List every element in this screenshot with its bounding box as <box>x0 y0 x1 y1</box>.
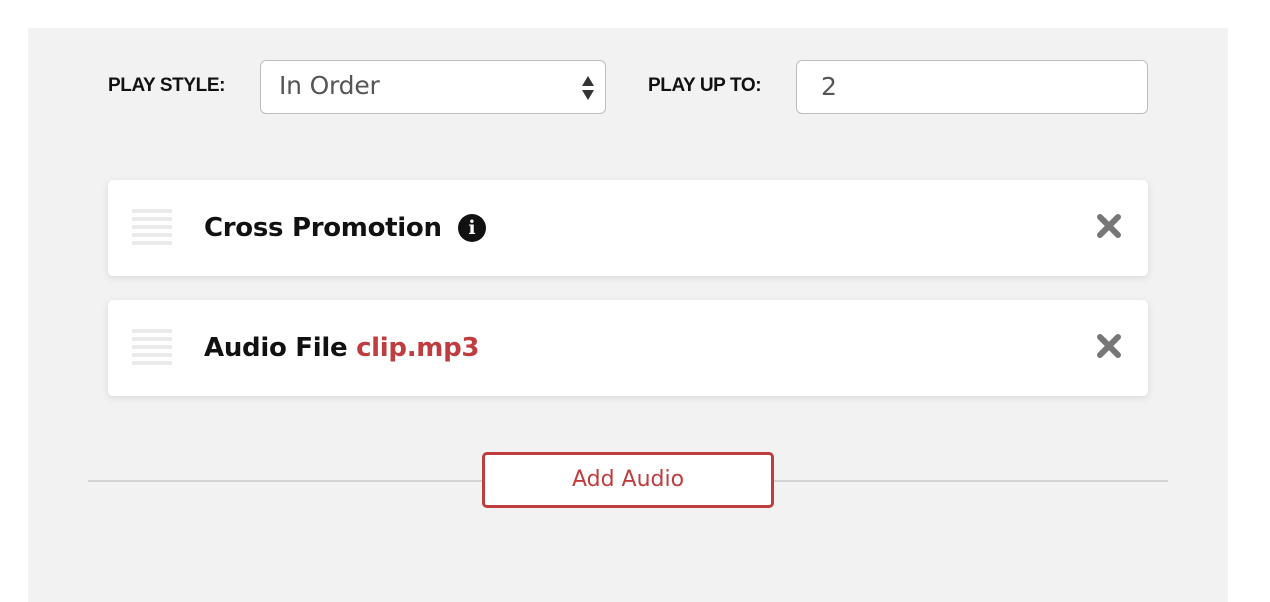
audio-item-title: Audio File clip.mp3 <box>204 333 479 363</box>
play-up-to-value: 2 <box>821 72 837 101</box>
play-up-to-input[interactable]: 2 <box>796 60 1148 114</box>
play-up-to-label: PLAY UP TO: <box>648 75 762 96</box>
audio-item-title: Cross Promotion <box>204 213 442 243</box>
audio-item-title-text: Audio File <box>204 333 348 363</box>
add-audio-button[interactable]: Add Audio <box>482 452 774 508</box>
audio-item-audio-file: Audio File clip.mp3 <box>108 300 1148 396</box>
audio-item-cross-promotion: Cross Promotion i <box>108 180 1148 276</box>
play-style-label: PLAY STYLE: <box>108 75 226 96</box>
drag-handle-icon[interactable] <box>132 329 172 365</box>
audio-settings-panel: PLAY STYLE: In Order PLAY UP TO: 2 Cross… <box>28 28 1228 602</box>
select-arrows-icon <box>582 76 594 100</box>
info-icon[interactable]: i <box>458 214 486 242</box>
play-style-selected-value: In Order <box>279 71 380 100</box>
close-icon[interactable] <box>1096 213 1122 239</box>
drag-handle-icon[interactable] <box>132 209 172 245</box>
play-style-select[interactable]: In Order <box>260 60 606 114</box>
audio-filename: clip.mp3 <box>356 333 480 363</box>
audio-item-title-text: Cross Promotion <box>204 213 442 243</box>
close-icon[interactable] <box>1096 333 1122 359</box>
